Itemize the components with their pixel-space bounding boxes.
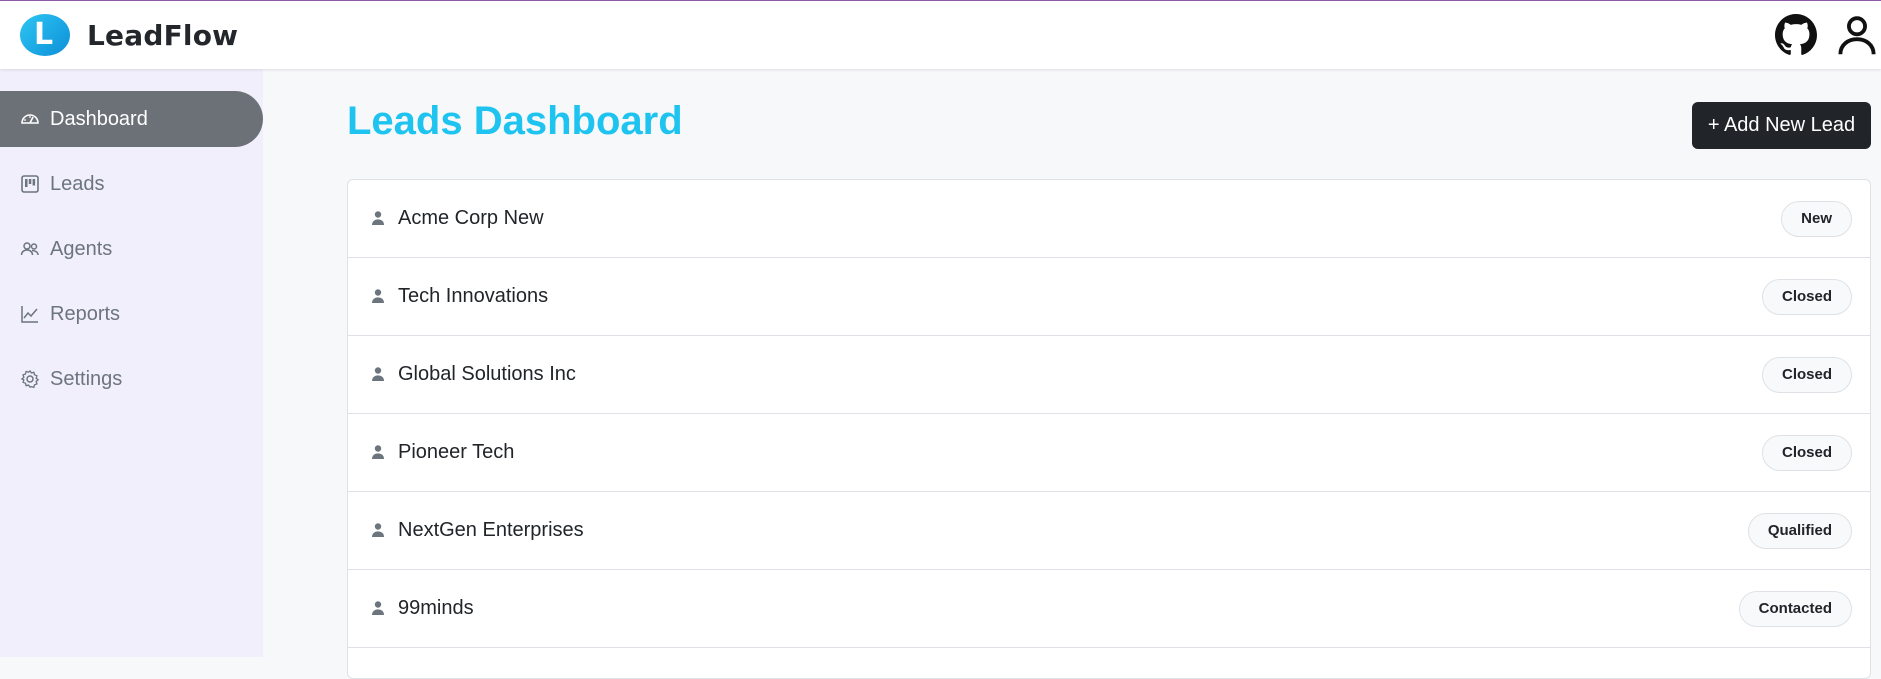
graph-icon: [20, 304, 40, 324]
sidebar: Dashboard Leads Agents Reports Settings: [0, 69, 263, 657]
sidebar-item-label: Dashboard: [50, 107, 148, 130]
person-icon: [370, 288, 386, 304]
sidebar-item-dashboard[interactable]: Dashboard: [0, 91, 263, 147]
leadflow-logo-icon: L: [20, 14, 70, 56]
top-navbar: L LeadFlow: [0, 0, 1881, 69]
list-item[interactable]: NextGen Enterprises Qualified: [348, 492, 1870, 570]
status-badge: Closed: [1761, 278, 1852, 315]
lead-name: Tech Innovations: [398, 285, 549, 307]
status-badge: Closed: [1761, 434, 1852, 471]
people-icon: [20, 239, 40, 259]
sidebar-item-label: Agents: [50, 237, 113, 260]
page-title: Leads Dashboard: [347, 99, 683, 143]
list-item[interactable]: Global Solutions Inc Closed: [348, 336, 1870, 414]
sidebar-item-label: Leads: [50, 172, 105, 195]
list-item[interactable]: Tech Innovations Closed: [348, 258, 1870, 336]
gear-icon: [20, 369, 40, 389]
status-badge: Closed: [1761, 356, 1852, 393]
sidebar-item-settings[interactable]: Settings: [0, 351, 263, 407]
status-badge: Qualified: [1747, 512, 1852, 549]
sidebar-item-agents[interactable]: Agents: [0, 221, 263, 277]
person-icon: [370, 522, 386, 538]
list-item[interactable]: Acme Corp New New: [348, 180, 1870, 258]
sidebar-item-reports[interactable]: Reports: [0, 286, 263, 342]
brand[interactable]: L LeadFlow: [20, 14, 238, 56]
sidebar-item-leads[interactable]: Leads: [0, 156, 263, 212]
lead-name: NextGen Enterprises: [398, 519, 584, 541]
github-icon[interactable]: [1775, 14, 1817, 56]
app-name: LeadFlow: [87, 18, 239, 52]
person-icon: [370, 444, 386, 460]
person-icon: [370, 366, 386, 382]
logo-letter: L: [34, 17, 54, 52]
status-badge: New: [1781, 200, 1852, 237]
gauge-icon: [20, 109, 40, 129]
sidebar-item-label: Settings: [50, 367, 123, 390]
list-item[interactable]: Pioneer Tech Closed: [348, 414, 1870, 492]
add-new-lead-button[interactable]: + Add New Lead: [1692, 102, 1871, 149]
list-item[interactable]: 99minds Contacted: [348, 570, 1870, 648]
person-icon: [370, 210, 386, 226]
lead-name: Global Solutions Inc: [398, 363, 576, 385]
sidebar-item-label: Reports: [50, 302, 121, 325]
user-icon[interactable]: [1836, 14, 1878, 56]
lead-name: Acme Corp New: [398, 207, 544, 229]
kanban-icon: [20, 174, 40, 194]
status-badge: Contacted: [1738, 590, 1852, 627]
lead-name: Pioneer Tech: [398, 441, 515, 463]
lead-name: 99minds: [398, 597, 474, 619]
leads-list: Acme Corp New New Tech Innovations Close…: [347, 179, 1871, 679]
person-icon: [370, 600, 386, 616]
